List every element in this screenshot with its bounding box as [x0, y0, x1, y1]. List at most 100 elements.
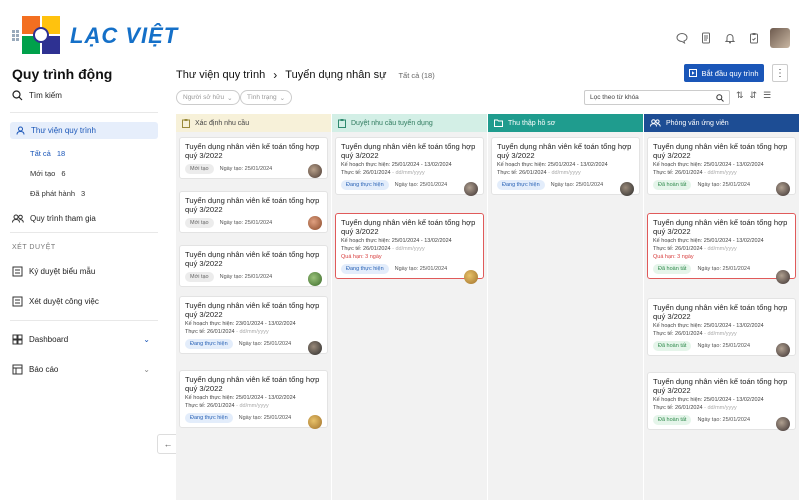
user-avatar[interactable] [770, 28, 790, 48]
logo[interactable]: LẠC VIỆT [12, 14, 178, 58]
avatar [464, 270, 478, 284]
sidebar-sub-published[interactable]: Đã phát hành 3 [30, 189, 85, 198]
actual-placeholder: - dd/mm/yyyy [236, 403, 269, 409]
created-date: Ngày tạo: 25/01/2024 [697, 343, 751, 349]
sidebar-item-report[interactable]: Báo cáo ⌄ [10, 364, 158, 375]
actual-value: 26/01/2024 [675, 331, 703, 337]
sidebar-item-dashboard[interactable]: Dashboard ⌄ [10, 334, 158, 345]
process-card[interactable]: Tuyển dụng nhân viên kế toán tổng hợp qu… [179, 191, 328, 233]
top-bar: LẠC VIỆT [0, 0, 800, 62]
actual-placeholder: - dd/mm/yyyy [704, 405, 737, 411]
sidebar-item-label: Thư viện quy trình [31, 126, 96, 135]
more-options-button[interactable]: ⋮ [772, 64, 788, 82]
created-date: Ngày tạo: 25/01/2024 [238, 341, 292, 347]
filter-status[interactable]: Tình trạng ⌄ [240, 90, 293, 105]
column-header: Thu thập hồ sơ [488, 114, 643, 132]
divider [10, 112, 158, 113]
actual-value: 26/01/2024 [675, 405, 703, 411]
plan-value: 25/01/2024 - 13/02/2024 [547, 162, 608, 168]
process-card[interactable]: Tuyển dụng nhân viên kế toán tổng hợp qu… [179, 296, 328, 355]
card-title: Tuyển dụng nhân viên kế toán tổng hợp qu… [185, 375, 320, 393]
total-count: Tất cả (18) [398, 70, 435, 80]
keyword-search-value: Lọc theo từ khóa [590, 94, 639, 101]
plan-label: Kế hoạch thực hiện: [185, 321, 235, 327]
sort-desc-icon[interactable]: ⇵ [750, 90, 758, 101]
actual-value: 26/01/2024 [675, 170, 703, 176]
actual-dates: Thực tế: 26/01/2024 - dd/mm/yyyy [185, 329, 322, 335]
avatar [776, 343, 790, 357]
plan-label: Kế hoạch thực hiện: [341, 162, 391, 168]
sidebar-sub-new[interactable]: Mới tạo 6 [30, 169, 66, 178]
column-header: Phỏng vấn ứng viên [644, 114, 799, 132]
process-card[interactable]: Tuyển dụng nhân viên kế toán tổng hợp qu… [647, 372, 796, 431]
sort-icon[interactable]: ⇅ [736, 90, 744, 101]
created-date: Ngày tạo: 25/01/2024 [219, 166, 273, 172]
keyword-search-input[interactable]: Lọc theo từ khóa [584, 90, 730, 105]
process-card[interactable]: Tuyển dụng nhân viên kế toán tổng hợp qu… [179, 370, 328, 429]
created-date: Ngày tạo: 25/01/2024 [697, 182, 751, 188]
actual-placeholder: - dd/mm/yyyy [236, 329, 269, 335]
plan-dates: Kế hoạch thực hiện: 25/01/2024 - 13/02/2… [653, 397, 790, 403]
sidebar-sub-all[interactable]: Tất cả 18 [30, 149, 65, 158]
plan-label: Kế hoạch thực hiện: [341, 238, 391, 244]
created-date: Ngày tạo: 25/01/2024 [697, 266, 751, 272]
sidebar-title: Quy trình động [12, 66, 113, 82]
process-card-overdue[interactable]: Tuyển dụng nhân viên kế toán tổng hợp qu… [335, 213, 484, 284]
dashboard-icon [12, 334, 23, 345]
created-date: Ngày tạo: 25/01/2024 [550, 182, 604, 188]
card-title: Tuyển dụng nhân viên kế toán tổng hợp qu… [341, 218, 476, 236]
bell-icon[interactable] [722, 30, 738, 46]
sidebar-item-approve-work[interactable]: Xét duyệt công việc [10, 296, 158, 307]
actual-placeholder: - dd/mm/yyyy [704, 170, 737, 176]
search-icon [12, 90, 23, 101]
plan-label: Kế hoạch thực hiện: [653, 397, 703, 403]
breadcrumb-library[interactable]: Thư viện quy trình [176, 69, 265, 81]
clipboard-icon[interactable] [746, 30, 762, 46]
avatar [308, 341, 322, 355]
start-process-button[interactable]: Bắt đầu quy trình [684, 64, 764, 82]
main-content: Thư viện quy trình › Tuyển dụng nhân sự … [172, 62, 800, 500]
plan-dates: Kế hoạch thực hiện: 25/01/2024 - 13/02/2… [653, 323, 790, 329]
filter-status-label: Tình trạng [247, 94, 277, 101]
plan-dates: Kế hoạch thực hiện: 25/01/2024 - 13/02/2… [185, 395, 322, 401]
column-approve-need: Duyệt nhu cầu tuyển dụng Tuyển dụng nhân… [332, 114, 487, 500]
filter-owner[interactable]: Người sở hữu ⌄ [176, 90, 240, 105]
sidebar-item-joined[interactable]: Quy trình tham gia [10, 214, 158, 223]
sidebar-item-approve-form[interactable]: Ký duyệt biểu mẫu [10, 266, 158, 277]
chat-icon[interactable] [674, 30, 690, 46]
page-title: Tuyển dụng nhân sự [285, 69, 387, 81]
actual-value: 26/01/2024 [207, 403, 235, 409]
card-title: Tuyển dụng nhân viên kế toán tổng hợp qu… [185, 196, 320, 214]
process-card[interactable]: Tuyển dụng nhân viên kế toán tổng hợp qu… [179, 245, 328, 287]
process-card[interactable]: Tuyển dụng nhân viên kế toán tổng hợp qu… [335, 137, 484, 196]
card-title: Tuyển dụng nhân viên kế toán tổng hợp qu… [185, 250, 320, 268]
list-view-icon[interactable]: ☰ [763, 90, 771, 101]
avatar [776, 182, 790, 196]
overdue-label: Quá hạn: 3 ngày [341, 254, 382, 260]
plan-value: 25/01/2024 - 13/02/2024 [703, 238, 764, 244]
column-title: Thu thập hồ sơ [508, 119, 556, 127]
avatar [308, 272, 322, 286]
plan-dates: Kế hoạch thực hiện: 25/01/2024 - 13/02/2… [341, 162, 478, 168]
column-collect-profiles: Thu thập hồ sơ Tuyển dụng nhân viên kế t… [488, 114, 643, 500]
sub-count: 3 [81, 189, 86, 198]
document-icon[interactable] [698, 30, 714, 46]
process-card[interactable]: Tuyển dụng nhân viên kế toán tổng hợp qu… [179, 137, 328, 179]
plan-value: 25/01/2024 - 13/02/2024 [391, 162, 452, 168]
plan-value: 25/01/2024 - 13/02/2024 [235, 395, 296, 401]
process-card[interactable]: Tuyển dụng nhân viên kế toán tổng hợp qu… [647, 298, 796, 357]
status-badge: Đã hoàn tất [653, 180, 692, 190]
divider [10, 232, 158, 233]
card-title: Tuyển dụng nhân viên kế toán tổng hợp qu… [653, 303, 788, 321]
plan-label: Kế hoạch thực hiện: [497, 162, 547, 168]
process-card-overdue[interactable]: Tuyển dụng nhân viên kế toán tổng hợp qu… [647, 213, 796, 284]
sidebar-item-library[interactable]: Thư viện quy trình [10, 122, 158, 139]
column-header: Duyệt nhu cầu tuyển dụng [332, 114, 487, 132]
brand-name: LẠC VIỆT [70, 23, 179, 48]
sidebar-search[interactable]: Tìm kiếm [12, 90, 62, 101]
actual-label: Thực tế: [341, 246, 362, 252]
process-card[interactable]: Tuyển dụng nhân viên kế toán tổng hợp qu… [647, 137, 796, 196]
chevron-down-icon: ⌄ [227, 94, 233, 102]
created-date: Ngày tạo: 25/01/2024 [697, 417, 751, 423]
process-card[interactable]: Tuyển dụng nhân viên kế toán tổng hợp qu… [491, 137, 640, 196]
